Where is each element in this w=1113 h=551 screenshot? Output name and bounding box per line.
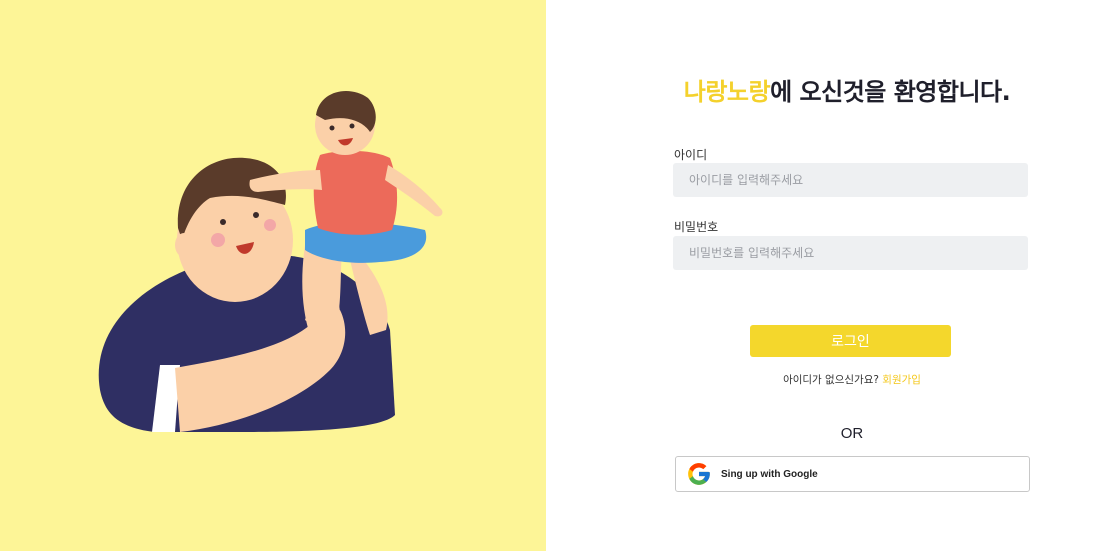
welcome-title: 나랑노랑에 오신것을 환영합니다. [546,72,1113,107]
father-child-illustration [98,91,443,432]
or-divider: OR [840,425,864,442]
login-button[interactable]: 로그인 [750,325,951,357]
id-input[interactable] [673,163,1028,197]
welcome-text: 에 오신것을 환영합니다. [770,78,1011,106]
signup-question: 아이디가 없으신가요? [783,374,879,386]
google-signup-label: Sing up with Google [721,468,818,480]
signup-prompt: 아이디가 없으신가요? 회원가입 [546,372,1113,387]
brand-name: 나랑노랑 [683,78,771,106]
password-input[interactable] [673,236,1028,270]
login-panel: 나랑노랑에 오신것을 환영합니다. 아이디 비밀번호 로그인 아이디가 없으신가… [546,0,1113,551]
illustration-panel [0,0,546,551]
google-icon [688,463,710,485]
google-signup-button[interactable]: Sing up with Google [675,456,1030,492]
password-label: 비밀번호 [674,220,719,234]
id-label: 아이디 [674,148,708,162]
signup-link[interactable]: 회원가입 [882,374,921,386]
